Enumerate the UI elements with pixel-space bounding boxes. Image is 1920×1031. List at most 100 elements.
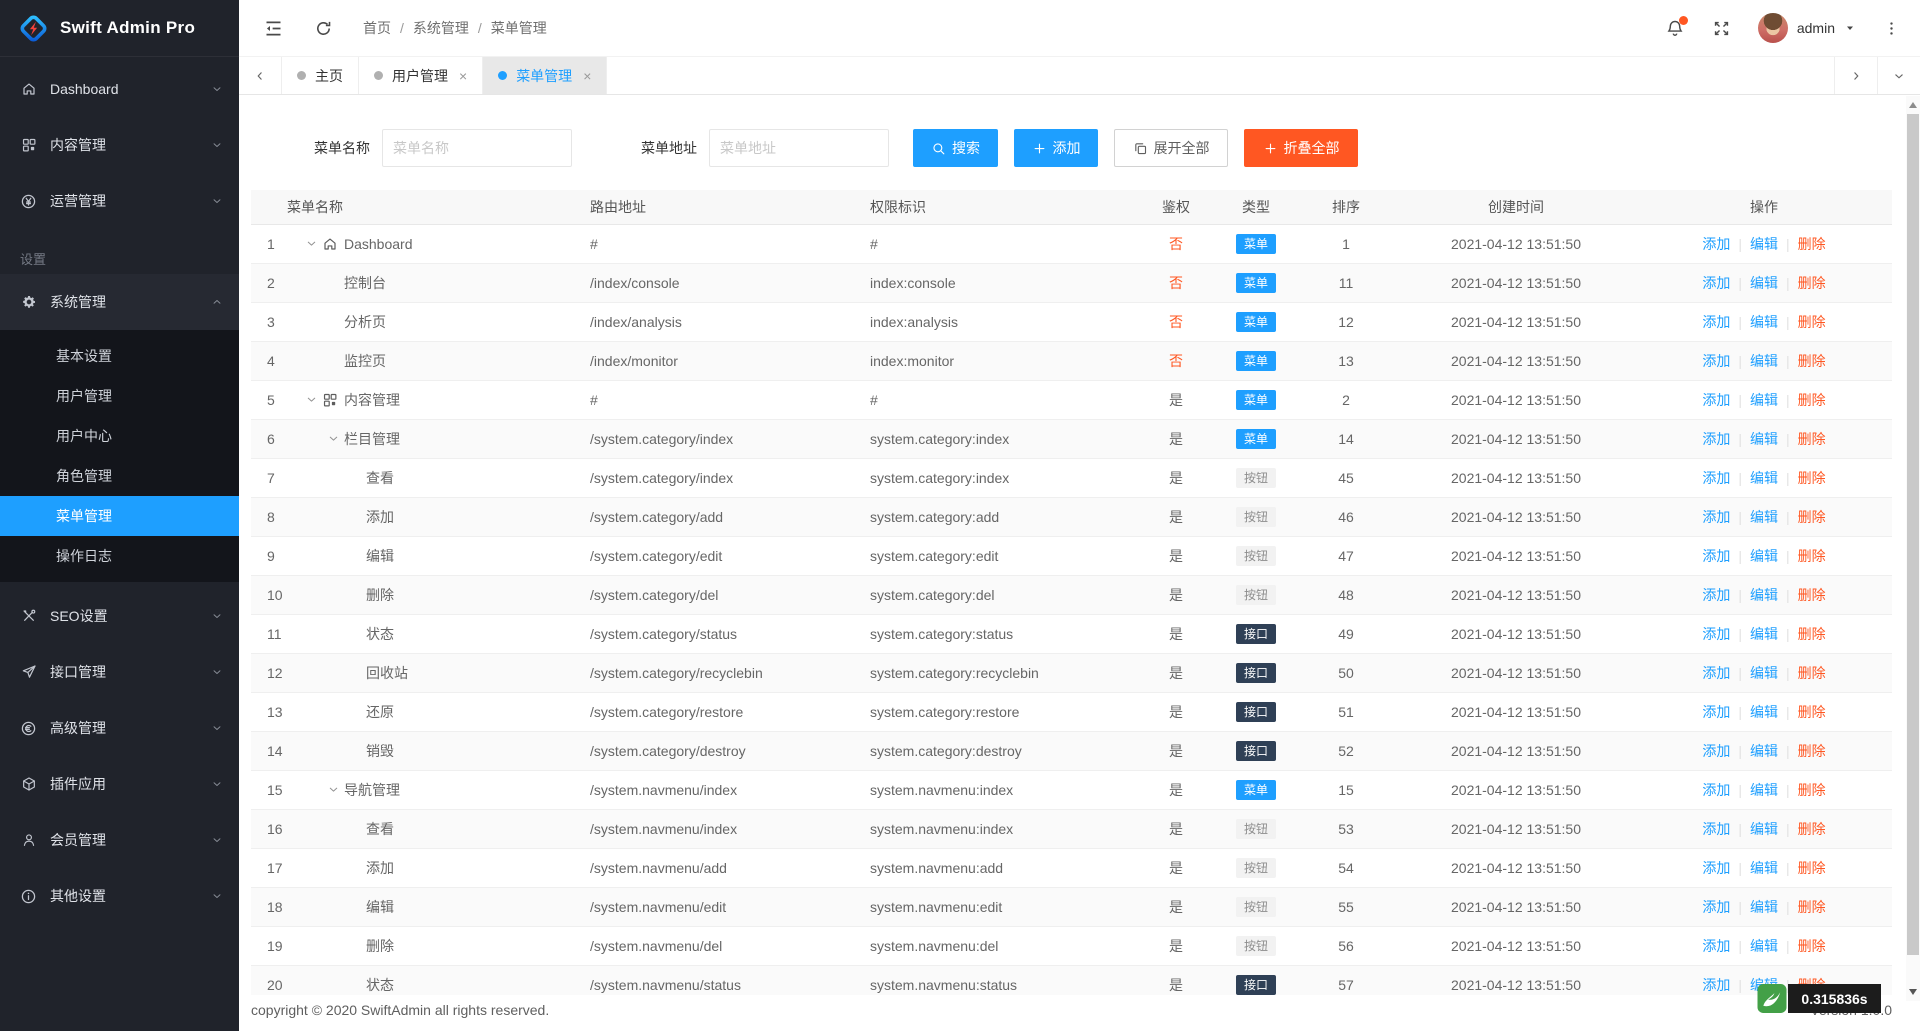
tab-menu-mgmt[interactable]: 菜单管理 × [483,57,608,94]
sidebar-subitem-basic-settings[interactable]: 基本设置 [0,336,239,376]
sidebar-subitem-user-mgmt[interactable]: 用户管理 [0,376,239,416]
row-action-add[interactable]: 添加 [1702,782,1730,798]
tab-close-icon[interactable]: × [459,69,467,83]
row-action-edit[interactable]: 编辑 [1750,587,1778,603]
row-action-edit[interactable]: 编辑 [1750,431,1778,447]
row-action-add[interactable]: 添加 [1702,977,1730,993]
tab-close-icon[interactable]: × [583,69,591,83]
row-action-edit[interactable]: 编辑 [1750,275,1778,291]
row-action-add[interactable]: 添加 [1702,665,1730,681]
row-action-delete[interactable]: 删除 [1798,470,1826,486]
row-action-edit[interactable]: 编辑 [1750,392,1778,408]
row-action-add[interactable]: 添加 [1702,743,1730,759]
sidebar-item-dashboard[interactable]: Dashboard [0,61,239,117]
sidebar-item-other[interactable]: 其他设置 [0,868,239,924]
row-action-delete[interactable]: 删除 [1798,665,1826,681]
row-action-add[interactable]: 添加 [1702,821,1730,837]
more-vertical-icon[interactable] [1883,20,1900,37]
avatar[interactable] [1757,13,1788,43]
row-action-add[interactable]: 添加 [1702,314,1730,330]
row-action-delete[interactable]: 删除 [1798,587,1826,603]
row-action-add[interactable]: 添加 [1702,509,1730,525]
row-action-edit[interactable]: 编辑 [1750,743,1778,759]
sidebar-item-seo[interactable]: SEO设置 [0,588,239,644]
breadcrumb-item-0[interactable]: 首页 [363,18,391,38]
row-action-add[interactable]: 添加 [1702,860,1730,876]
row-action-delete[interactable]: 删除 [1798,626,1826,642]
row-action-add[interactable]: 添加 [1702,353,1730,369]
row-action-delete[interactable]: 删除 [1798,431,1826,447]
sidebar-item-system[interactable]: 系统管理 [0,274,239,330]
breadcrumb-item-1[interactable]: 系统管理 [413,18,469,38]
fullscreen-icon[interactable] [1712,19,1731,38]
collapse-all-button[interactable]: 折叠全部 [1244,129,1358,167]
collapse-sidebar-icon[interactable] [263,18,284,39]
sidebar-item-api[interactable]: 接口管理 [0,644,239,700]
row-action-add[interactable]: 添加 [1702,236,1730,252]
row-action-edit[interactable]: 编辑 [1750,626,1778,642]
row-action-delete[interactable]: 删除 [1798,509,1826,525]
row-action-edit[interactable]: 编辑 [1750,899,1778,915]
tree-expand-icon[interactable] [300,237,322,250]
row-action-edit[interactable]: 编辑 [1750,860,1778,876]
row-action-add[interactable]: 添加 [1702,470,1730,486]
row-action-add[interactable]: 添加 [1702,587,1730,603]
row-action-delete[interactable]: 删除 [1798,704,1826,720]
sidebar-subitem-op-logs[interactable]: 操作日志 [0,536,239,576]
row-action-edit[interactable]: 编辑 [1750,470,1778,486]
sidebar-item-content[interactable]: 内容管理 [0,117,239,173]
tab-user-mgmt[interactable]: 用户管理 × [359,57,484,94]
search-button[interactable]: 搜索 [913,129,998,167]
row-action-delete[interactable]: 删除 [1798,548,1826,564]
row-action-delete[interactable]: 删除 [1798,899,1826,915]
row-action-edit[interactable]: 编辑 [1750,821,1778,837]
sidebar-subitem-user-center[interactable]: 用户中心 [0,416,239,456]
sidebar-item-advanced[interactable]: 高级管理 [0,700,239,756]
row-action-edit[interactable]: 编辑 [1750,938,1778,954]
tabs-scroll-right-icon[interactable] [1834,57,1877,94]
row-action-edit[interactable]: 编辑 [1750,704,1778,720]
row-action-edit[interactable]: 编辑 [1750,236,1778,252]
tabs-menu-icon[interactable] [1877,57,1920,94]
tree-expand-icon[interactable] [300,393,322,406]
tree-expand-icon[interactable] [322,783,344,796]
row-action-edit[interactable]: 编辑 [1750,665,1778,681]
menu-name-input[interactable] [382,129,572,167]
row-action-delete[interactable]: 删除 [1798,821,1826,837]
sidebar-item-operation[interactable]: 运营管理 [0,173,239,229]
row-action-add[interactable]: 添加 [1702,275,1730,291]
add-button[interactable]: 添加 [1014,129,1098,167]
debug-trace-badge[interactable]: 0.315836s [1756,984,1881,1013]
vertical-scrollbar[interactable] [1906,96,1920,1001]
notifications-bell-icon[interactable] [1665,16,1688,38]
row-action-delete[interactable]: 删除 [1798,236,1826,252]
tabs-scroll-left-icon[interactable] [239,57,282,94]
row-action-edit[interactable]: 编辑 [1750,353,1778,369]
row-action-delete[interactable]: 删除 [1798,860,1826,876]
row-action-edit[interactable]: 编辑 [1750,548,1778,564]
tree-expand-icon[interactable] [322,432,344,445]
row-action-add[interactable]: 添加 [1702,431,1730,447]
row-action-add[interactable]: 添加 [1702,548,1730,564]
row-action-delete[interactable]: 删除 [1798,392,1826,408]
sidebar-item-plugins[interactable]: 插件应用 [0,756,239,812]
tab-home[interactable]: 主页 [282,57,359,94]
scrollbar-up-arrow-icon[interactable] [1909,102,1917,108]
row-action-add[interactable]: 添加 [1702,626,1730,642]
sidebar-subitem-menu-mgmt[interactable]: 菜单管理 [0,496,239,536]
scrollbar-thumb[interactable] [1907,114,1919,955]
expand-all-button[interactable]: 展开全部 [1114,129,1228,167]
row-action-edit[interactable]: 编辑 [1750,782,1778,798]
row-action-delete[interactable]: 删除 [1798,275,1826,291]
row-action-delete[interactable]: 删除 [1798,353,1826,369]
row-action-delete[interactable]: 删除 [1798,782,1826,798]
row-action-edit[interactable]: 编辑 [1750,314,1778,330]
row-action-add[interactable]: 添加 [1702,704,1730,720]
row-action-add[interactable]: 添加 [1702,938,1730,954]
menu-address-input[interactable] [709,129,889,167]
row-action-delete[interactable]: 删除 [1798,314,1826,330]
refresh-icon[interactable] [314,19,333,38]
user-menu[interactable]: admin [1757,13,1856,43]
sidebar-subitem-role-mgmt[interactable]: 角色管理 [0,456,239,496]
row-action-delete[interactable]: 删除 [1798,938,1826,954]
